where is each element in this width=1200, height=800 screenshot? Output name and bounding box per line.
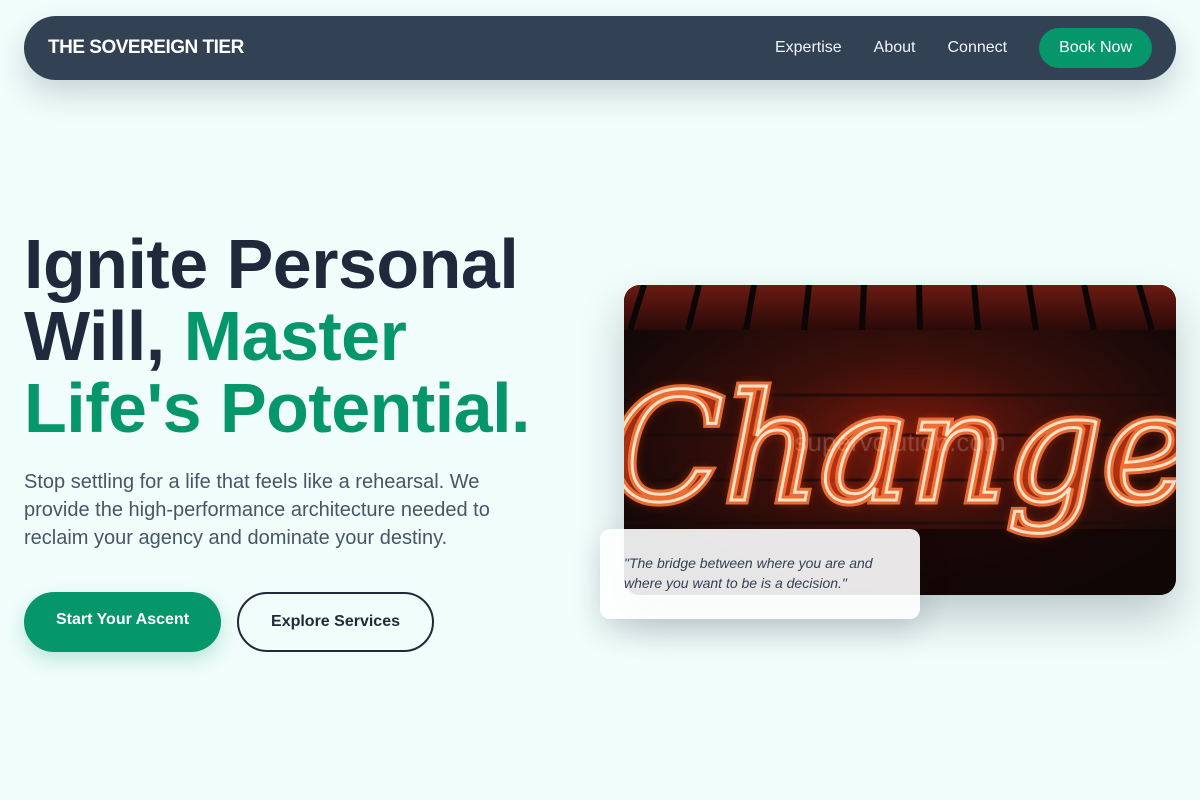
hero-title-line3: Life's Potential. bbox=[24, 369, 531, 447]
nav-link-expertise[interactable]: Expertise bbox=[775, 39, 842, 57]
hero-title-line1: Ignite Personal bbox=[24, 225, 519, 303]
explore-services-button[interactable]: Explore Services bbox=[237, 592, 434, 652]
brand-logo[interactable]: THE SOVEREIGN TIER bbox=[48, 37, 244, 59]
top-nav: THE SOVEREIGN TIER Expertise About Conne… bbox=[24, 16, 1176, 80]
nav-link-about[interactable]: About bbox=[874, 39, 916, 57]
hero-title-will: Will, bbox=[24, 297, 184, 375]
book-now-button[interactable]: Book Now bbox=[1039, 28, 1152, 68]
hero-title-master: Master bbox=[183, 297, 407, 375]
hero-title: Ignite Personal Will, Master Life's Pote… bbox=[24, 228, 604, 444]
hero-subtitle: Stop settling for a life that feels like… bbox=[24, 471, 490, 549]
start-ascent-button[interactable]: Start Your Ascent bbox=[24, 592, 221, 652]
quote-text: "The bridge between where you are and wh… bbox=[624, 555, 873, 591]
quote-card: "The bridge between where you are and wh… bbox=[600, 529, 920, 619]
image-watermark: supervolution.com bbox=[795, 427, 1006, 457]
nav-link-connect[interactable]: Connect bbox=[947, 39, 1007, 57]
nav-links: Expertise About Connect Book Now bbox=[775, 28, 1152, 68]
